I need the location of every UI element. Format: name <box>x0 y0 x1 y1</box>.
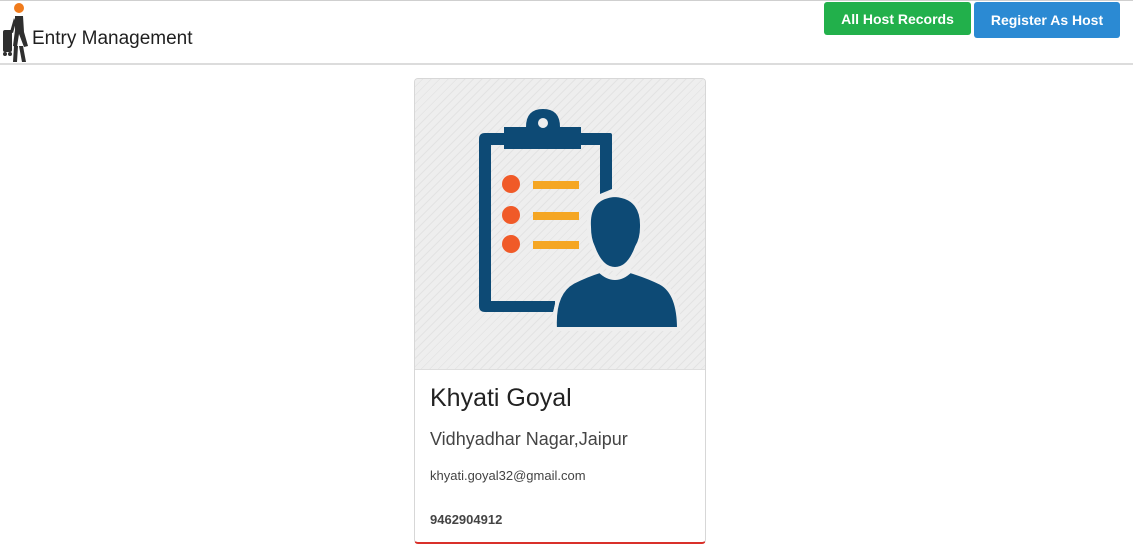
all-host-records-button[interactable]: All Host Records <box>824 2 971 35</box>
host-card: Khyati Goyal Vidhyadhar Nagar,Jaipur khy… <box>414 78 706 544</box>
host-phone: 9462904912 <box>430 512 503 527</box>
navbar: Entry Management All Host Records Regist… <box>0 0 1133 65</box>
host-name: Khyati Goyal <box>430 384 572 412</box>
host-address: Vidhyadhar Nagar,Jaipur <box>430 429 628 449</box>
card-image <box>415 79 705 370</box>
brand-title[interactable]: Entry Management <box>32 28 193 50</box>
walking-person-icon <box>0 2 34 64</box>
register-as-host-button[interactable]: Register As Host <box>974 2 1120 38</box>
host-email: khyati.goyal32@gmail.com <box>430 468 586 483</box>
clipboard-user-icon <box>479 109 682 331</box>
